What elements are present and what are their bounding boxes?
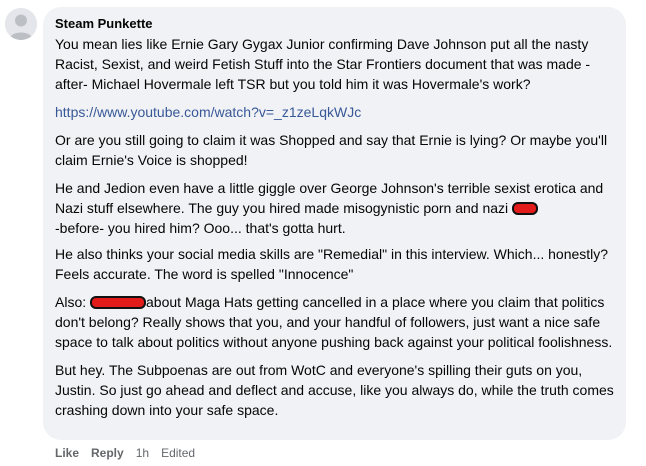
redaction-mark — [512, 201, 539, 215]
comment-paragraph: Also: about Maga Hats getting cancelled … — [55, 292, 614, 352]
redaction-mark — [90, 295, 147, 309]
edited-label: Edited — [161, 446, 196, 460]
comment-actions: Like Reply 1h Edited — [55, 445, 195, 461]
comment-link-paragraph: https://www.youtube.com/watch?v=_z1zeLqk… — [55, 102, 614, 122]
comment-paragraph: Or are you still going to claim it was S… — [55, 132, 608, 168]
comment-paragraph: He also thinks your social media skills … — [55, 246, 609, 282]
comment-paragraph: He and Jedion even have a little giggle … — [55, 178, 614, 238]
youtube-link[interactable]: https://www.youtube.com/watch?v=_z1zeLqk… — [55, 104, 361, 120]
like-button[interactable]: Like — [55, 445, 79, 461]
comment-timestamp[interactable]: 1h — [136, 445, 149, 461]
comment-paragraph: But hey. The Subpoenas are out from WotC… — [55, 362, 614, 418]
reply-button[interactable]: Reply — [91, 445, 124, 461]
avatar[interactable] — [5, 8, 37, 40]
default-profile-avatar-icon — [5, 8, 37, 40]
comment-bubble: Steam Punkette You mean lies like Ernie … — [43, 7, 626, 440]
comment-paragraph: You mean lies like Ernie Gary Gygax Juni… — [55, 36, 591, 92]
comment-text: -before- you hired him? Ooo... that's go… — [55, 220, 346, 236]
comment-author[interactable]: Steam Punkette — [55, 16, 614, 31]
comment-text: Also: — [55, 294, 91, 310]
comment: Steam Punkette You mean lies like Ernie … — [0, 0, 646, 466]
